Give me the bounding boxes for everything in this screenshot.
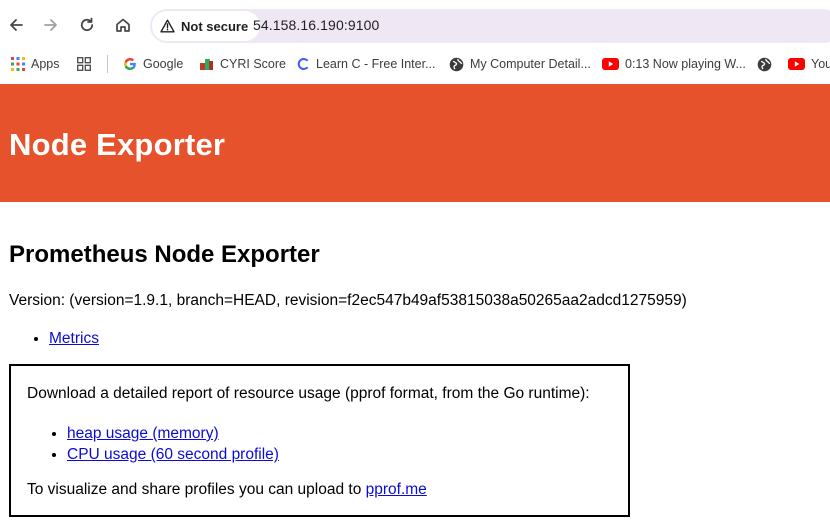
heap-usage-link[interactable]: heap usage (memory) — [67, 425, 219, 442]
bookmark-apps[interactable]: Apps — [11, 50, 60, 78]
browser-toolbar: Not secure 54.158.16.190:9100 — [0, 0, 830, 50]
globe-icon — [757, 57, 772, 71]
list-item: Metrics — [49, 330, 99, 348]
url-text[interactable]: 54.158.16.190:9100 — [253, 17, 379, 33]
bookmark-youtube[interactable]: You — [788, 50, 830, 78]
bookmark-label: Learn C - Free Inter... — [316, 57, 436, 71]
back-arrow-icon — [10, 19, 23, 31]
pprof-footer-text: To visualize and share profiles you can … — [27, 481, 366, 498]
bookmarks-bar: Apps Google CYRI Score Learn C - Free In… — [0, 50, 830, 83]
bookmark-label: You — [811, 57, 830, 71]
metrics-link[interactable]: Metrics — [49, 330, 99, 347]
forward-arrow-icon — [44, 19, 57, 31]
reload-icon — [80, 17, 94, 32]
learn-c-icon — [297, 58, 308, 70]
pprof-me-link[interactable]: pprof.me — [366, 481, 427, 498]
bookmark-tab-groups[interactable] — [77, 50, 91, 78]
page-header: Node Exporter — [0, 84, 830, 202]
bookmark-label: Apps — [31, 57, 60, 71]
pprof-intro-text: Download a detailed report of resource u… — [27, 385, 590, 402]
reload-button[interactable] — [71, 9, 103, 41]
cyri-icon — [200, 59, 213, 70]
bookmark-label: 0:13 Now playing W... — [625, 57, 746, 71]
address-bar[interactable]: Not secure 54.158.16.190:9100 — [150, 9, 830, 43]
apps-grid-icon — [11, 57, 25, 71]
globe-icon — [449, 57, 464, 71]
forward-button[interactable] — [35, 9, 67, 41]
home-button[interactable] — [107, 9, 139, 41]
page-title: Prometheus Node Exporter — [9, 241, 320, 268]
bookmarks-separator — [107, 55, 108, 73]
cpu-usage-link[interactable]: CPU usage (60 second profile) — [67, 446, 279, 463]
links-list: Metrics — [30, 330, 99, 348]
youtube-icon — [788, 58, 805, 70]
bookmark-label: My Computer Detail... — [470, 57, 591, 71]
bookmark-my-computer[interactable]: My Computer Detail... — [449, 50, 591, 78]
bookmark-learn-c[interactable]: Learn C - Free Inter... — [296, 50, 436, 78]
header-title: Node Exporter — [9, 127, 226, 162]
youtube-icon — [602, 58, 619, 70]
tab-groups-icon — [77, 57, 91, 71]
home-icon — [116, 18, 130, 32]
bookmark-google[interactable]: Google — [123, 50, 183, 78]
back-button[interactable] — [0, 9, 32, 41]
security-label: Not secure — [181, 18, 249, 34]
pprof-panel: Download a detailed report of resource u… — [9, 364, 630, 517]
list-item: CPU usage (60 second profile) — [67, 444, 279, 465]
bookmark-label: Google — [143, 57, 184, 71]
list-item: heap usage (memory) — [67, 423, 279, 444]
bookmark-cyri-score[interactable]: CYRI Score — [199, 50, 286, 78]
version-text: Version: (version=1.9.1, branch=HEAD, re… — [9, 292, 687, 309]
warning-triangle-icon — [160, 19, 175, 33]
pprof-footer: To visualize and share profiles you can … — [27, 481, 427, 499]
bookmark-label: CYRI Score — [220, 57, 286, 71]
google-icon — [124, 58, 136, 70]
bookmark-globe[interactable] — [757, 50, 772, 78]
bookmark-now-playing[interactable]: 0:13 Now playing W... — [602, 50, 746, 78]
security-chip[interactable]: Not secure — [152, 11, 261, 41]
pprof-links-list: heap usage (memory) CPU usage (60 second… — [47, 423, 279, 465]
